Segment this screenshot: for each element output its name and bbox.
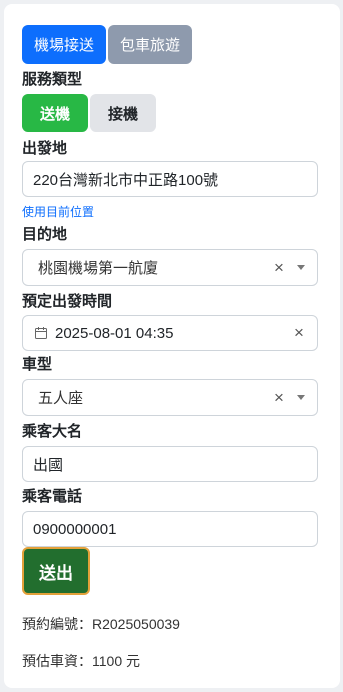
departure-label: 出發地	[22, 140, 68, 157]
mode-tabs: 機場接送 包車旅遊	[22, 25, 193, 64]
car-type-label: 車型	[22, 356, 53, 373]
passenger-phone-input[interactable]: 0900000001	[22, 511, 318, 547]
datetime-picker[interactable]: 2025-08-01 04:35 ×	[22, 315, 318, 351]
datetime-value: 2025-08-01 04:35	[55, 324, 174, 342]
passenger-phone-label: 乘客電話	[22, 488, 83, 505]
destination-select[interactable]: 桃園機場第一航廈 ×	[22, 249, 318, 286]
car-type-select[interactable]: 五人座 ×	[22, 379, 318, 416]
destination-value: 桃園機場第一航廈	[38, 260, 159, 277]
estimated-fare: 預估車資：1100 元	[22, 653, 140, 669]
passenger-phone-value: 0900000001	[33, 520, 117, 538]
pickup-button[interactable]: 接機	[90, 94, 156, 132]
tab-airport-transfer[interactable]: 機場接送	[22, 25, 107, 64]
close-icon[interactable]: ×	[289, 323, 309, 343]
departure-value: 220台灣新北市中正路100號	[33, 171, 219, 189]
calendar-icon	[35, 327, 47, 339]
car-type-value: 五人座	[38, 390, 84, 407]
dropoff-button[interactable]: 送機	[22, 94, 88, 132]
destination-label: 目的地	[22, 226, 68, 243]
service-type-toggle: 送機 接機	[22, 94, 156, 132]
datetime-label: 預定出發時間	[22, 293, 113, 310]
passenger-name-label: 乘客大名	[22, 423, 83, 440]
chevron-down-icon[interactable]	[297, 395, 305, 400]
tab-charter-tour[interactable]: 包車旅遊	[108, 25, 193, 64]
booking-number: 預約編號：R2025050039	[22, 616, 180, 632]
close-icon[interactable]: ×	[269, 388, 289, 408]
chevron-down-icon[interactable]	[297, 265, 305, 270]
close-icon[interactable]: ×	[269, 258, 289, 278]
passenger-name-input[interactable]: 出國	[22, 446, 318, 482]
passenger-name-value: 出國	[33, 456, 64, 474]
use-current-location-link[interactable]: 使用目前位置	[22, 203, 94, 220]
departure-input[interactable]: 220台灣新北市中正路100號	[22, 161, 318, 197]
submit-button[interactable]: 送出	[22, 547, 90, 595]
service-type-label: 服務類型	[22, 71, 83, 88]
